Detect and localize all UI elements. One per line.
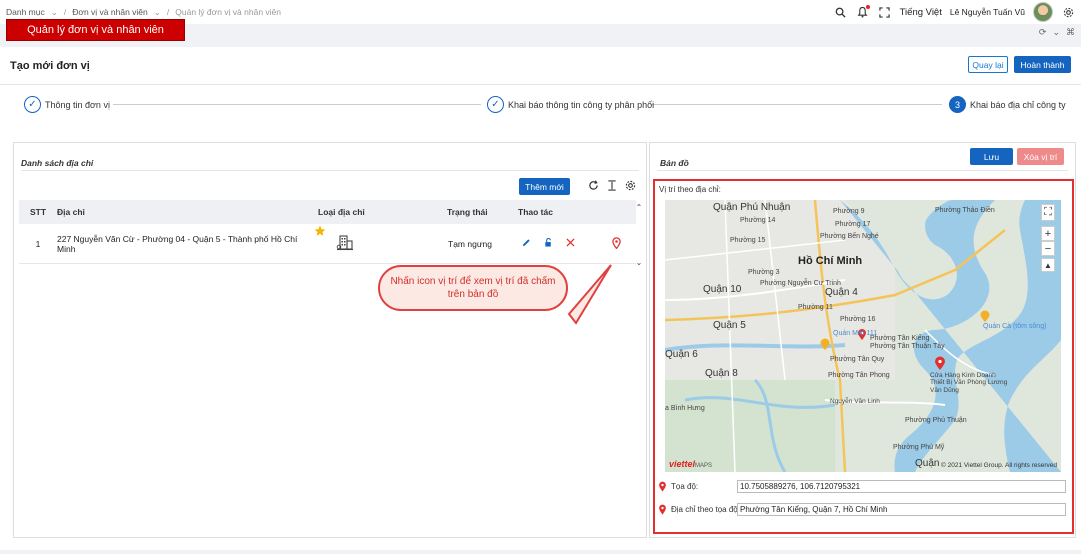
map-view[interactable]: Quận Phú Nhuận Phường 14 Phường 15 Phườn… (665, 200, 1061, 472)
check-icon: ✓ (487, 96, 504, 113)
bell-icon[interactable] (856, 5, 870, 19)
map-section: Vị trí theo địa chỉ: Quận Phú Nhuận Phườ… (653, 179, 1074, 534)
breadcrumb-item-danh-muc[interactable]: Danh mục (6, 7, 45, 17)
address-by-coords-field[interactable]: Phường Tân Kiểng, Quận 7, Hồ Chí Minh (737, 503, 1066, 516)
logo-text: viettel (669, 459, 696, 469)
column-height-icon[interactable] (607, 180, 617, 193)
column-header-address: Địa chỉ (57, 207, 85, 217)
delete-icon[interactable] (566, 238, 575, 249)
sub-toolbar: ⟳ ⌄ ⌘ (1039, 27, 1075, 38)
compass-icon[interactable]: ▲ (1041, 258, 1055, 272)
clear-location-button[interactable]: Xóa vị trí (1017, 148, 1064, 165)
table-header: STT Địa chỉ Loại địa chỉ Trạng thái Thao… (19, 200, 636, 224)
edit-icon[interactable] (522, 238, 531, 249)
table-scrollbar[interactable]: ⌃ ⌄ (635, 203, 643, 267)
chevron-down-icon[interactable]: ⌄ (1052, 27, 1060, 38)
column-header-status: Trạng thái (447, 207, 488, 217)
pin-icon[interactable]: ⌘ (1066, 27, 1075, 38)
step-dia-chi-cong-ty[interactable]: 3 Khai báo địa chỉ công ty (949, 96, 1066, 113)
divider (21, 170, 639, 171)
chevron-down-icon: ⌄ (50, 6, 58, 17)
step-label: Thông tin đơn vị (45, 99, 110, 110)
row-address: 227 Nguyễn Văn Cừ - Phường 04 - Quận 5 -… (57, 225, 326, 254)
breadcrumb-current: Quản lý đơn vị và nhân viên (175, 7, 282, 17)
fullscreen-icon[interactable] (878, 5, 892, 19)
step-label: Khai báo thông tin công ty phân phối (508, 99, 655, 110)
avatar[interactable] (1033, 2, 1053, 22)
breadcrumb-item-don-vi[interactable]: Đơn vị và nhân viên (72, 7, 148, 17)
breadcrumb-separator: / (166, 7, 170, 17)
column-header-stt: STT (29, 207, 47, 217)
map-copyright: © 2021 Viettel Group. All rights reserve… (941, 462, 1057, 469)
language-selector[interactable]: Tiếng Việt (900, 7, 942, 18)
coords-row: Tọa độ: 10.7505889276, 106.7120795321 (658, 480, 1069, 493)
page-title-badge: Quản lý đơn vị và nhân viên (6, 19, 185, 41)
gear-icon[interactable] (1061, 5, 1075, 19)
back-button[interactable]: Quay lại (968, 56, 1008, 73)
map-canvas (665, 200, 1061, 472)
row-address-text: 227 Nguyễn Văn Cừ - Phường 04 - Quận 5 -… (57, 233, 298, 254)
add-address-button[interactable]: Thêm mới (519, 178, 570, 195)
step-number: 3 (949, 96, 966, 113)
location-pin-icon (659, 504, 666, 515)
row-actions (518, 236, 623, 251)
location-pin-icon[interactable] (612, 236, 621, 251)
check-icon: ✓ (24, 96, 41, 113)
column-header-actions: Thao tác (518, 207, 553, 217)
chevron-up-icon[interactable]: ⌃ (636, 203, 643, 212)
row-type (318, 234, 438, 254)
fullscreen-icon[interactable]: ⛶ (1041, 204, 1055, 221)
page-title: Tạo mới đơn vị (10, 59, 90, 72)
done-button[interactable]: Hoàn thành (1014, 56, 1071, 73)
coords-label: Tọa độ: (671, 482, 699, 491)
divider (657, 170, 1068, 171)
coords-field[interactable]: 10.7505889276, 106.7120795321 (737, 480, 1066, 493)
breadcrumb-separator: / (63, 7, 67, 17)
breadcrumb: Danh mục ⌄ / Đơn vị và nhân viên ⌄ / Quả… (0, 7, 287, 18)
tooltip-callout: Nhấn icon vị trí để xem vị trí đã chấm t… (378, 265, 568, 311)
step-thong-tin-don-vi[interactable]: ✓ Thông tin đơn vị (24, 96, 110, 113)
chevron-down-icon[interactable]: ⌄ (636, 258, 643, 267)
zoom-in-button[interactable]: + (1041, 226, 1055, 241)
column-header-type: Loại địa chỉ (318, 207, 365, 217)
user-name[interactable]: Lê Nguyễn Tuấn Vũ (950, 7, 1025, 17)
address-by-coords-row: Địa chỉ theo tọa độ: Phường Tân Kiểng, Q… (658, 503, 1069, 516)
table-toolbar: Thêm mới (519, 178, 636, 195)
building-icon (336, 234, 354, 254)
save-location-button[interactable]: Lưu (970, 148, 1013, 165)
logo-suffix: MAPS (695, 463, 713, 469)
step-connector (650, 104, 942, 105)
chevron-down-icon: ⌄ (153, 6, 161, 17)
star-icon[interactable] (314, 225, 326, 239)
map-panel-title: Bản đồ (660, 158, 689, 168)
refresh-icon[interactable]: ⟳ (1039, 27, 1047, 38)
viettel-maps-logo: viettelMAPS (669, 459, 712, 469)
step-cong-ty-phan-phoi[interactable]: ✓ Khai báo thông tin công ty phân phối (487, 96, 654, 113)
step-label: Khai báo địa chỉ công ty (970, 99, 1066, 110)
step-connector (113, 104, 481, 105)
row-status: Tạm ngưng (448, 238, 492, 249)
location-by-address-label: Vị trí theo địa chỉ: (659, 185, 721, 194)
address-list-title: Danh sách địa chỉ (21, 158, 94, 168)
address-by-coords-label: Địa chỉ theo tọa độ: (671, 505, 740, 514)
notification-dot (865, 5, 870, 9)
form-header: Tạo mới đơn vị Quay lại Hoàn thành (0, 47, 1081, 85)
search-icon[interactable] (834, 5, 848, 19)
row-stt: 1 (35, 238, 41, 249)
refresh-icon[interactable] (588, 180, 599, 193)
zoom-out-button[interactable]: − (1041, 241, 1055, 256)
address-list-panel: Danh sách địa chỉ Thêm mới STT Địa chỉ L… (13, 142, 647, 538)
map-panel: Bản đồ Lưu Xóa vị trí Vị trí theo địa ch… (649, 142, 1076, 538)
stepper: ✓ Thông tin đơn vị ✓ Khai báo thông tin … (0, 87, 1081, 135)
gear-icon[interactable] (625, 180, 636, 193)
unlock-icon[interactable] (544, 237, 553, 249)
location-pin-icon (659, 481, 666, 492)
